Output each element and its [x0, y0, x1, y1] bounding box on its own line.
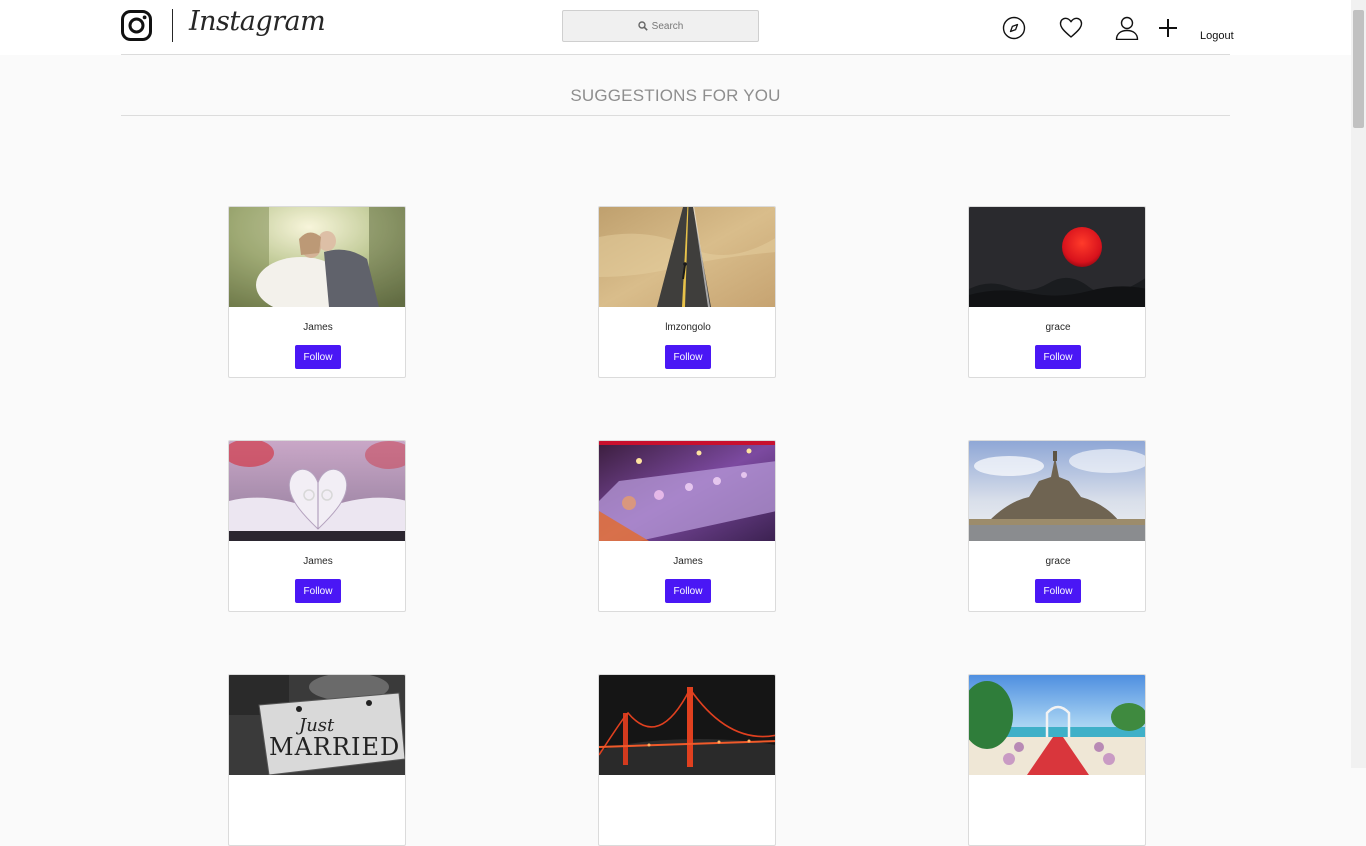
suggestion-username: James	[303, 556, 333, 567]
suggestion-username: grace	[1045, 556, 1071, 567]
sign-married-text: MARRIED	[269, 733, 400, 761]
logout-link[interactable]: Logout	[1200, 30, 1234, 42]
search-input[interactable]: Search	[562, 10, 759, 42]
beach-wedding-aisle-photo	[969, 675, 1145, 775]
section-title: SUGGESTIONS FOR YOU	[570, 86, 781, 105]
logo-divider	[172, 9, 173, 42]
suggestion-card: lmzongolo Follow	[598, 206, 776, 378]
suggestion-card: grace Follow	[968, 440, 1146, 612]
scrollbar-thumb[interactable]	[1353, 10, 1364, 128]
red-sun-night-photo	[969, 207, 1145, 307]
instagram-logo-icon[interactable]	[121, 10, 152, 41]
suggestion-card: Just MARRIED	[228, 674, 406, 846]
suggestion-card	[968, 674, 1146, 846]
follow-button[interactable]: Follow	[295, 579, 341, 603]
suggestion-card: James Follow	[228, 440, 406, 612]
suggestion-username: James	[673, 556, 703, 567]
navbar-divider	[121, 54, 1230, 55]
suggestion-username: James	[303, 322, 333, 333]
suggestion-card: grace Follow	[968, 206, 1146, 378]
just-married-sign-photo: Just MARRIED	[229, 675, 405, 775]
brand-wordmark[interactable]: Instagram	[189, 6, 326, 37]
mont-saint-michel-photo	[969, 441, 1145, 541]
golden-gate-bridge-night-photo	[599, 675, 775, 775]
compass-icon[interactable]	[1002, 16, 1026, 40]
follow-button[interactable]: Follow	[1035, 345, 1081, 369]
book-heart-rings-photo	[229, 441, 405, 541]
follow-button[interactable]: Follow	[295, 345, 341, 369]
suggestion-card: James Follow	[228, 206, 406, 378]
banquet-table-photo	[599, 441, 775, 541]
search-icon	[637, 21, 648, 31]
plus-icon[interactable]	[1158, 18, 1178, 38]
follow-button[interactable]: Follow	[665, 345, 711, 369]
suggestion-card: James Follow	[598, 440, 776, 612]
wedding-couple-kissing-photo	[229, 207, 405, 307]
suggestion-card	[598, 674, 776, 846]
search-placeholder: Search	[651, 20, 684, 32]
heart-icon[interactable]	[1059, 17, 1083, 39]
user-icon[interactable]	[1115, 16, 1139, 40]
section-divider	[121, 115, 1230, 116]
follow-button[interactable]: Follow	[665, 579, 711, 603]
suggestion-username: grace	[1045, 322, 1071, 333]
desert-road-photo	[599, 207, 775, 307]
suggestion-username: lmzongolo	[665, 322, 711, 333]
follow-button[interactable]: Follow	[1035, 579, 1081, 603]
search-placeholder-wrap: Search	[637, 20, 684, 32]
